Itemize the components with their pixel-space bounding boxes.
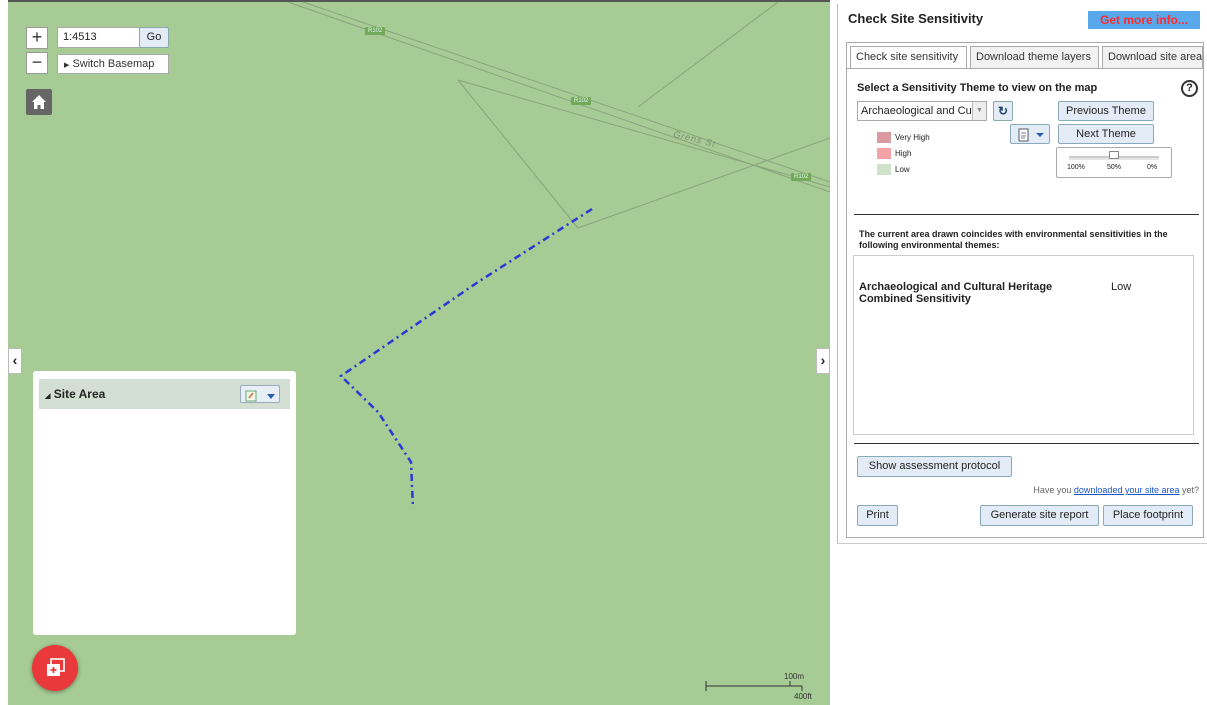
opacity-handle[interactable] bbox=[1109, 151, 1119, 159]
legend-label: Very High bbox=[895, 133, 930, 142]
zoom-out-button[interactable]: − bbox=[26, 52, 48, 74]
document-icon bbox=[1018, 128, 1044, 142]
legend-item-low: Low bbox=[877, 164, 910, 176]
switch-basemap-label: Switch Basemap bbox=[72, 58, 155, 70]
opacity-slider[interactable]: 100% 50% 0% bbox=[1056, 147, 1172, 178]
results-list: Archaeological and Cultural Heritage Com… bbox=[853, 255, 1194, 435]
home-icon bbox=[32, 95, 46, 109]
collapse-caret-icon: ◢ bbox=[45, 393, 51, 400]
road-label: R102 bbox=[365, 27, 386, 35]
download-reminder: Have you downloaded your site area yet? bbox=[1033, 485, 1199, 495]
opacity-tick-0: 0% bbox=[1147, 164, 1158, 171]
scale-imperial: 400ft bbox=[794, 692, 812, 701]
show-assessment-protocol-button[interactable]: Show assessment protocol bbox=[857, 456, 1012, 477]
site-area-tool-button[interactable] bbox=[240, 385, 280, 403]
next-theme-button[interactable]: Next Theme bbox=[1058, 124, 1154, 144]
print-button[interactable]: Print bbox=[857, 505, 898, 526]
theme-select[interactable]: Archaeological and Cultural Heritage Com… bbox=[857, 101, 987, 121]
theme-heading: Select a Sensitivity Theme to view on th… bbox=[857, 82, 1098, 94]
help-icon[interactable]: ? bbox=[1181, 80, 1198, 97]
layers-fab-button[interactable] bbox=[32, 645, 78, 691]
tab-download-site-area[interactable]: Download site area bbox=[1102, 46, 1203, 68]
road-label: R102 bbox=[571, 97, 592, 105]
legend-swatch bbox=[877, 164, 891, 176]
legend-label: Low bbox=[895, 165, 910, 174]
site-area-panel: ◢ Site Area bbox=[33, 371, 296, 635]
divider bbox=[854, 214, 1199, 215]
tab-check-site-sensitivity[interactable]: Check site sensitivity bbox=[850, 46, 967, 69]
legend-swatch bbox=[877, 148, 891, 160]
place-footprint-button[interactable]: Place footprint bbox=[1103, 505, 1193, 526]
download-suffix: yet? bbox=[1179, 485, 1199, 495]
previous-theme-button[interactable]: Previous Theme bbox=[1058, 101, 1154, 121]
tab-download-theme-layers[interactable]: Download theme layers bbox=[970, 46, 1099, 68]
zoom-in-button[interactable]: + bbox=[26, 27, 48, 49]
site-area-header[interactable]: ◢ Site Area bbox=[39, 379, 290, 409]
legend-item-high: High bbox=[877, 148, 911, 160]
document-menu-button[interactable] bbox=[1010, 124, 1050, 144]
road-label: R102 bbox=[791, 173, 812, 181]
legend-label: High bbox=[895, 149, 912, 158]
panel-content: Check site sensitivity Download theme la… bbox=[846, 42, 1204, 538]
coincide-text: The current area drawn coincides with en… bbox=[859, 229, 1168, 250]
get-more-info-button[interactable]: Get more info... bbox=[1088, 11, 1200, 29]
refresh-icon: ↻ bbox=[997, 104, 1009, 118]
tab-divider bbox=[847, 68, 1203, 69]
draw-tool-icon bbox=[245, 390, 275, 402]
legend-item-very-high: Very High bbox=[877, 132, 930, 144]
opacity-tick-50: 50% bbox=[1107, 164, 1122, 171]
divider bbox=[854, 443, 1199, 444]
site-area-title: Site Area bbox=[53, 387, 106, 401]
opacity-tick-100: 100% bbox=[1067, 164, 1085, 171]
scale-bar: 100m 400ft bbox=[704, 670, 824, 701]
layers-icon bbox=[47, 658, 65, 676]
map-view[interactable]: R102 R102 R102 Grens St + − 1:4513 Go ▶ … bbox=[8, 0, 830, 705]
panel-title: Check Site Sensitivity bbox=[848, 11, 984, 26]
downloaded-site-area-link[interactable]: downloaded your site area bbox=[1074, 485, 1180, 495]
result-theme-name: Archaeological and Cultural Heritage Com… bbox=[859, 281, 1053, 305]
scale-input[interactable]: 1:4513 bbox=[57, 27, 142, 48]
caret-right-icon: ▶ bbox=[64, 62, 70, 69]
collapse-right-button[interactable]: › bbox=[816, 348, 830, 374]
collapse-left-button[interactable]: ‹ bbox=[8, 348, 22, 374]
generate-site-report-button[interactable]: Generate site report bbox=[980, 505, 1099, 526]
go-button[interactable]: Go bbox=[139, 27, 169, 48]
chevron-down-icon: ▼ bbox=[972, 102, 986, 120]
home-button[interactable] bbox=[26, 89, 52, 115]
result-sensitivity-level: Low bbox=[1111, 281, 1132, 293]
site-area-drawing bbox=[339, 207, 593, 509]
refresh-button[interactable]: ↻ bbox=[993, 101, 1013, 121]
download-prefix: Have you bbox=[1033, 485, 1074, 495]
theme-select-value: Archaeological and Cultural Heritage Com… bbox=[861, 105, 986, 117]
legend-swatch bbox=[877, 132, 891, 144]
switch-basemap-button[interactable]: ▶ Switch Basemap bbox=[57, 54, 169, 74]
sensitivity-panel: Check Site Sensitivity Get more info... … bbox=[837, 4, 1207, 544]
